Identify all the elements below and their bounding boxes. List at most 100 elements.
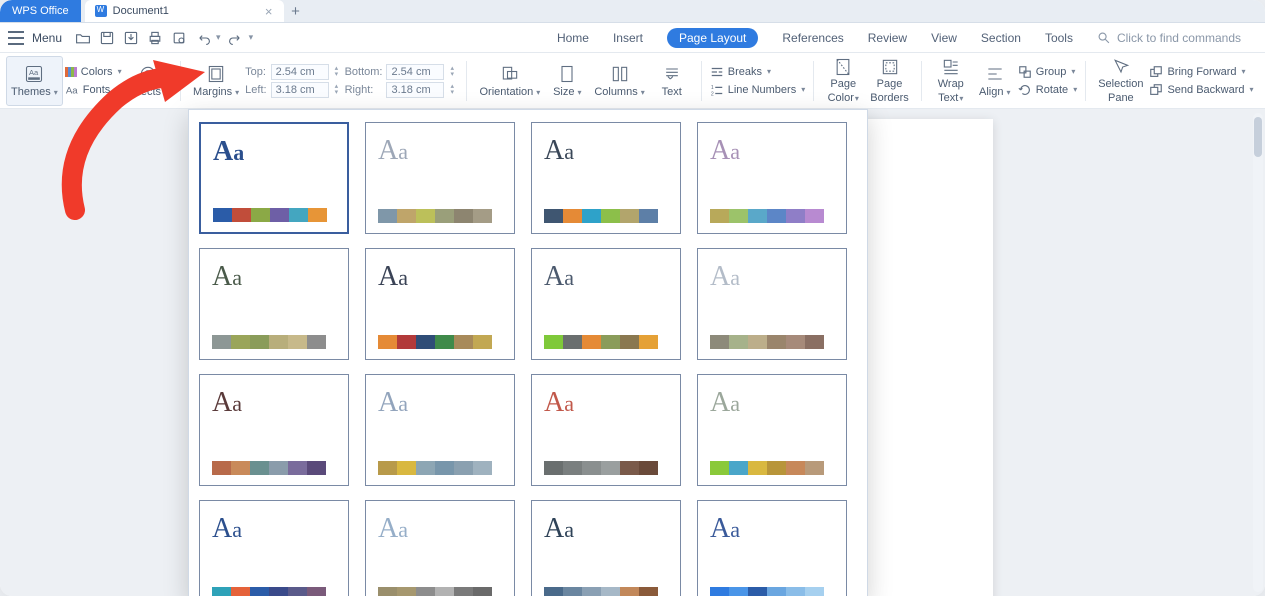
theme-option[interactable]: Aa [365, 500, 515, 596]
theme-option[interactable]: Aa [531, 374, 681, 486]
orientation-icon [499, 63, 521, 85]
margins-button[interactable]: Margins▾ [189, 56, 243, 106]
spinner-icon[interactable]: ▴▾ [335, 66, 343, 78]
colors-button[interactable]: Colors▾ [65, 64, 122, 80]
line-numbers-button[interactable]: 12Line Numbers▾ [710, 82, 806, 98]
redo-icon[interactable] [227, 29, 245, 47]
menu-label[interactable]: Menu [32, 31, 62, 45]
menu-button[interactable] [8, 29, 26, 47]
selection-pane-icon [1110, 57, 1132, 77]
group-button[interactable]: Group▾ [1018, 64, 1077, 80]
scrollbar-thumb[interactable] [1254, 117, 1262, 157]
redo-dropdown[interactable]: ▾ [249, 32, 254, 43]
theme-preview-text: Aa [544, 389, 668, 417]
undo-dropdown[interactable]: ▾ [216, 32, 221, 43]
theme-preview-text: Aa [212, 263, 336, 291]
theme-option[interactable]: Aa [199, 374, 349, 486]
theme-option[interactable]: Aa [697, 248, 847, 360]
theme-swatches [710, 587, 834, 596]
tab-references[interactable]: References [782, 31, 843, 45]
scrollbar-track[interactable] [1253, 113, 1263, 592]
align-button[interactable]: Align▾ [974, 56, 1016, 106]
tab-home[interactable]: Home [557, 31, 589, 45]
undo-icon[interactable] [194, 29, 212, 47]
breaks-icon [710, 65, 724, 79]
theme-preview-text: Aa [212, 515, 336, 543]
theme-swatches [212, 335, 336, 349]
themes-button[interactable]: Aa Themes▾ [6, 56, 63, 106]
wrap-text-button[interactable]: WrapText▾ [930, 56, 972, 106]
tab-view[interactable]: View [931, 31, 957, 45]
theme-option[interactable]: Aa [199, 122, 349, 234]
tab-tools[interactable]: Tools [1045, 31, 1073, 45]
print-preview-icon[interactable] [170, 29, 188, 47]
tab-section[interactable]: Section [981, 31, 1021, 45]
theme-option[interactable]: Aa [531, 500, 681, 596]
find-commands-search[interactable]: Click to find commands [1097, 31, 1241, 45]
new-tab-button[interactable]: + [284, 0, 308, 22]
effects-button[interactable]: Effects▾ [124, 56, 172, 106]
theme-option[interactable]: Aa [697, 500, 847, 596]
theme-preview-text: Aa [710, 263, 834, 291]
theme-preview-text: Aa [378, 515, 502, 543]
effects-icon [137, 63, 159, 85]
themes-icon: Aa [23, 63, 45, 85]
rotate-icon [1018, 83, 1032, 97]
theme-option[interactable]: Aa [697, 122, 847, 234]
align-icon [984, 63, 1006, 85]
page-color-button[interactable]: PageColor▾ [822, 56, 864, 106]
selection-pane-button[interactable]: SelectionPane [1094, 56, 1147, 106]
theme-option[interactable]: Aa [365, 248, 515, 360]
group-icon [1018, 65, 1032, 79]
theme-preview-text: Aa [212, 389, 336, 417]
size-button[interactable]: Size▾ [546, 56, 588, 106]
theme-swatches [212, 587, 336, 596]
colors-icon [65, 67, 77, 77]
theme-swatches [544, 587, 668, 596]
theme-option[interactable]: Aa [365, 122, 515, 234]
export-pdf-icon[interactable] [122, 29, 140, 47]
doc-icon [95, 5, 107, 17]
line-numbers-icon: 12 [710, 83, 724, 97]
theme-preview-text: Aa [544, 263, 668, 291]
margin-bottom-input[interactable] [386, 64, 444, 80]
send-backward-button[interactable]: Send Backward▾ [1149, 82, 1253, 98]
theme-swatches [544, 335, 668, 349]
bring-forward-button[interactable]: Bring Forward▾ [1149, 64, 1253, 80]
rotate-button[interactable]: Rotate▾ [1018, 82, 1077, 98]
app-name-badge: WPS Office [0, 0, 81, 22]
theme-option[interactable]: Aa [531, 122, 681, 234]
tab-insert[interactable]: Insert [613, 31, 643, 45]
breaks-button[interactable]: Breaks▾ [710, 64, 806, 80]
theme-option[interactable]: Aa [531, 248, 681, 360]
orientation-button[interactable]: Orientation▾ [475, 56, 544, 106]
text-direction-button[interactable]: Text [651, 56, 693, 106]
theme-option[interactable]: Aa [365, 374, 515, 486]
columns-button[interactable]: Columns▾ [590, 56, 648, 106]
theme-option[interactable]: Aa [199, 248, 349, 360]
margin-left-input[interactable] [271, 82, 329, 98]
spinner-icon[interactable]: ▴▾ [450, 84, 458, 96]
send-backward-icon [1149, 83, 1163, 97]
tab-review[interactable]: Review [868, 31, 907, 45]
theme-option[interactable]: Aa [199, 500, 349, 596]
theme-preview-text: Aa [710, 137, 834, 165]
theme-swatches [544, 461, 668, 475]
tab-label: Document1 [113, 5, 169, 17]
theme-preview-text: Aa [710, 515, 834, 543]
margin-top-input[interactable] [271, 64, 329, 80]
theme-swatches [710, 209, 834, 223]
margin-right-input[interactable] [386, 82, 444, 98]
open-icon[interactable] [74, 29, 92, 47]
document-tab[interactable]: Document1 × [85, 0, 284, 22]
tab-page-layout[interactable]: Page Layout [667, 28, 758, 48]
fonts-button[interactable]: AaFonts▾ [65, 82, 122, 98]
tab-close-icon[interactable]: × [265, 4, 273, 19]
theme-option[interactable]: Aa [697, 374, 847, 486]
print-icon[interactable] [146, 29, 164, 47]
save-icon[interactable] [98, 29, 116, 47]
page-borders-button[interactable]: PageBorders [866, 56, 913, 106]
spinner-icon[interactable]: ▴▾ [450, 66, 458, 78]
margin-bottom-label: Bottom: [345, 66, 383, 78]
spinner-icon[interactable]: ▴▾ [335, 84, 343, 96]
